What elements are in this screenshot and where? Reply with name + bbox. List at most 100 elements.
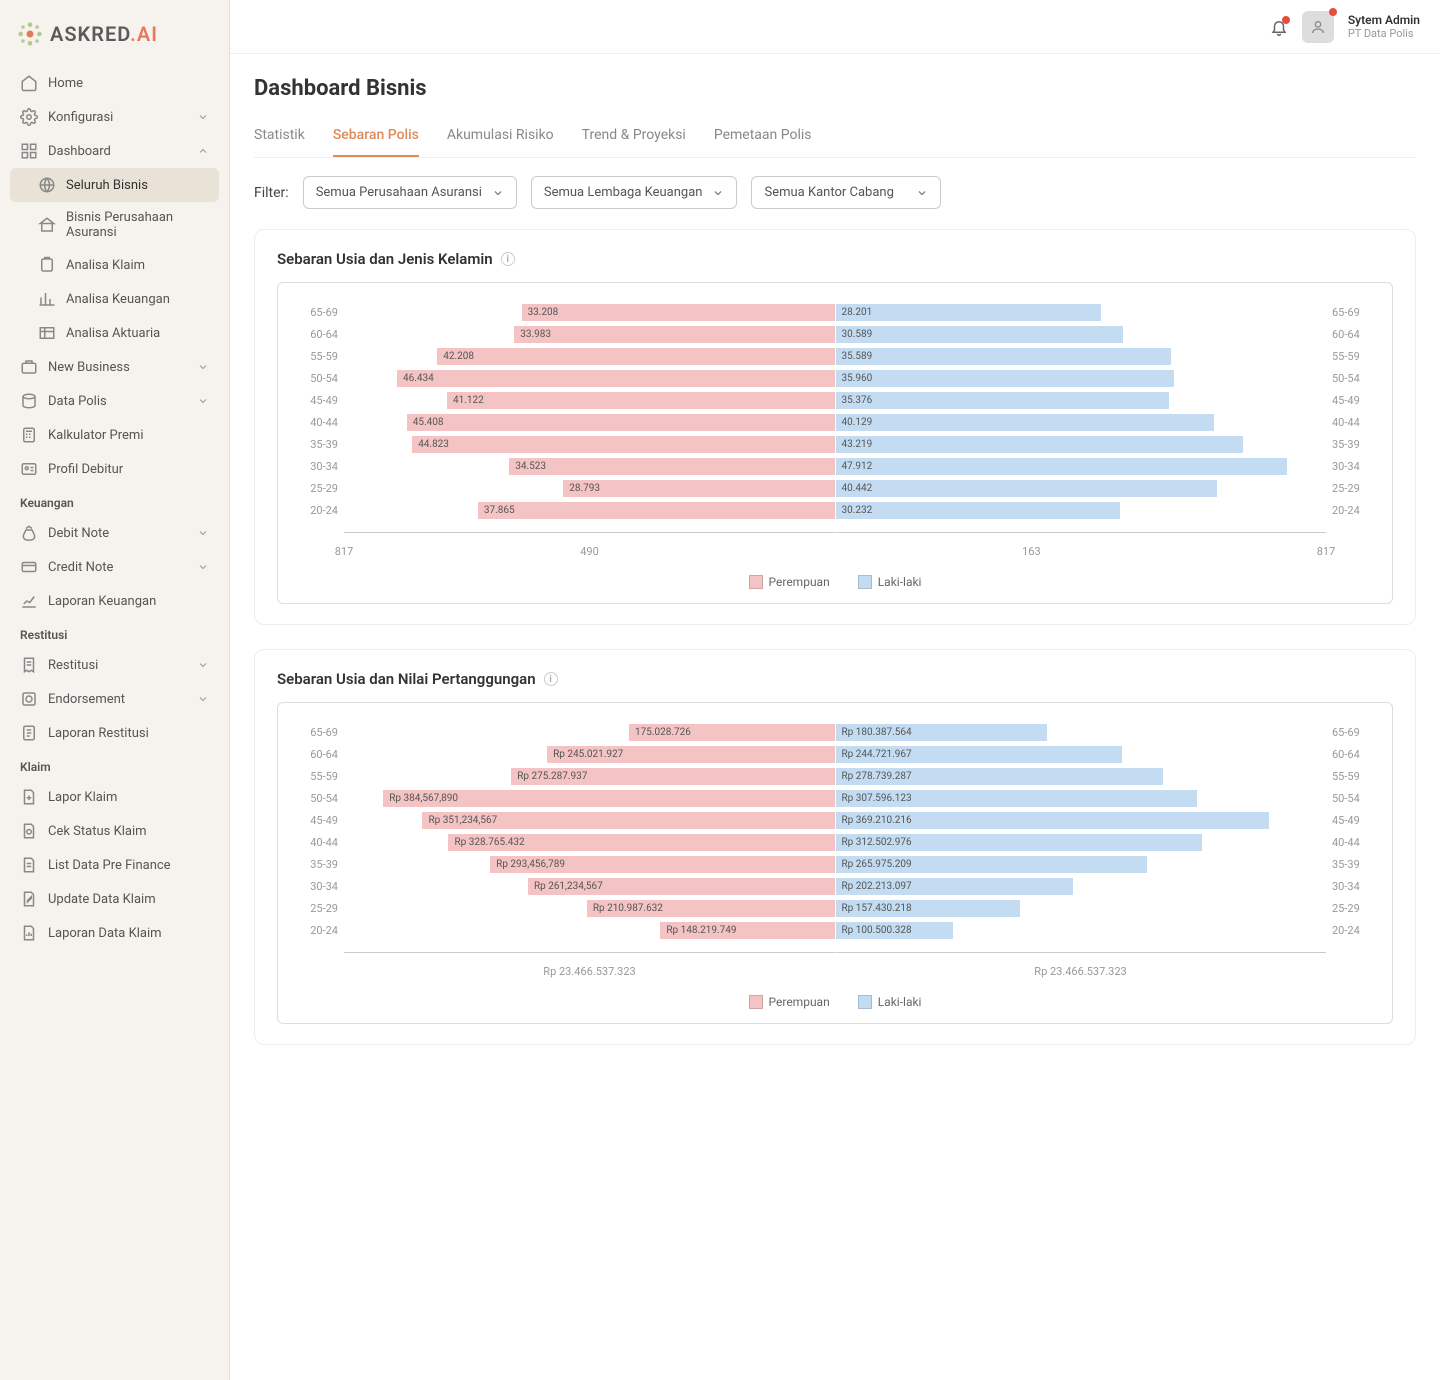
axis-tick: Rp 23.466.537.323 xyxy=(1034,965,1126,978)
dashboard-icon xyxy=(20,142,38,160)
card-title: Sebaran Usia dan Jenis Kelamin i xyxy=(277,250,1393,268)
age-label: 35-39 xyxy=(1326,858,1380,871)
file-list-icon xyxy=(20,856,38,874)
sidebar: ASKRED.AI Home Konfigurasi Dashboard Sel… xyxy=(0,0,230,1380)
legend-label: Laki-laki xyxy=(878,575,922,589)
bar-laki: 28.201 xyxy=(836,304,1102,321)
filter-value: Semua Perusahaan Asuransi xyxy=(316,185,482,200)
chevron-down-icon xyxy=(492,187,504,199)
user-name: Sytem Admin xyxy=(1348,13,1420,27)
chevron-down-icon xyxy=(197,527,209,539)
chart-pyramid-1: 65-6933.20828.20165-6960-6433.98330.5896… xyxy=(277,282,1393,604)
file-search-icon xyxy=(20,822,38,840)
sidebar-item-laporan-keuangan[interactable]: Laporan Keuangan xyxy=(10,584,219,618)
sidebar-item-laporan-restitusi[interactable]: Laporan Restitusi xyxy=(10,716,219,750)
sidebar-item-endorsement[interactable]: Endorsement xyxy=(10,682,219,716)
chevron-down-icon xyxy=(916,187,928,199)
page-title: Dashboard Bisnis xyxy=(254,76,1416,101)
sidebar-item-new-business[interactable]: New Business xyxy=(10,350,219,384)
sidebar-section-klaim: Klaim xyxy=(10,750,219,780)
info-icon[interactable]: i xyxy=(544,672,558,686)
sidebar-item-analisa-aktuaria[interactable]: Analisa Aktuaria xyxy=(10,316,219,350)
legend-item-laki: Laki-laki xyxy=(858,575,922,589)
file-plus-icon xyxy=(20,788,38,806)
sidebar-item-label: Analisa Klaim xyxy=(66,258,209,273)
pyramid-row: 35-3944.82343.21935-39 xyxy=(290,433,1380,455)
bar-perempuan: Rp 261,234,567 xyxy=(528,878,835,895)
bar-value: Rp 148.219.749 xyxy=(666,925,736,936)
sidebar-item-label: Konfigurasi xyxy=(48,110,187,125)
age-label: 30-34 xyxy=(290,880,344,893)
avatar-badge xyxy=(1329,8,1337,16)
filter-perusahaan[interactable]: Semua Perusahaan Asuransi xyxy=(303,176,517,209)
sidebar-item-lapor-klaim[interactable]: Lapor Klaim xyxy=(10,780,219,814)
sidebar-item-debit-note[interactable]: Debit Note xyxy=(10,516,219,550)
age-label: 25-29 xyxy=(1326,482,1380,495)
pyramid-row: 25-2928.79340.44225-29 xyxy=(290,477,1380,499)
notification-button[interactable] xyxy=(1270,18,1288,36)
chevron-down-icon xyxy=(197,659,209,671)
age-label: 20-24 xyxy=(290,504,344,517)
pyramid-row: 25-29Rp 210.987.632Rp 157.430.21825-29 xyxy=(290,897,1380,919)
sidebar-item-label: Seluruh Bisnis xyxy=(66,178,209,193)
bar-perempuan: Rp 384,567,890 xyxy=(383,790,834,807)
stamp-icon xyxy=(20,690,38,708)
user-info: Sytem Admin PT Data Polis xyxy=(1348,13,1420,40)
legend-item-perempuan: Perempuan xyxy=(749,575,830,589)
sidebar-item-home[interactable]: Home xyxy=(10,66,219,100)
sidebar-item-kalkulator-premi[interactable]: Kalkulator Premi xyxy=(10,418,219,452)
pyramid-row: 40-4445.40840.12940-44 xyxy=(290,411,1380,433)
sidebar-item-bisnis-perusahaan[interactable]: Bisnis Perusahaan Asuransi xyxy=(10,202,219,248)
sidebar-item-analisa-klaim[interactable]: Analisa Klaim xyxy=(10,248,219,282)
chart-line-icon xyxy=(20,592,38,610)
info-icon[interactable]: i xyxy=(501,252,515,266)
sidebar-item-update-data-klaim[interactable]: Update Data Klaim xyxy=(10,882,219,916)
legend: Perempuan Laki-laki xyxy=(290,575,1380,589)
bar-value: 37.865 xyxy=(484,505,515,516)
sidebar-item-list-data-pre-finance[interactable]: List Data Pre Finance xyxy=(10,848,219,882)
sidebar-item-label: Restitusi xyxy=(48,658,187,673)
sidebar-item-restitusi[interactable]: Restitusi xyxy=(10,648,219,682)
sidebar-item-cek-status-klaim[interactable]: Cek Status Klaim xyxy=(10,814,219,848)
bar-value: 41.122 xyxy=(453,395,484,406)
bar-perempuan: Rp 245.021.927 xyxy=(547,746,834,763)
bar-laki: Rp 265.975.209 xyxy=(836,856,1148,873)
age-label: 20-24 xyxy=(290,924,344,937)
pyramid-row: 30-3434.52347.91230-34 xyxy=(290,455,1380,477)
sidebar-item-konfigurasi[interactable]: Konfigurasi xyxy=(10,100,219,134)
tab-akumulasi-risiko[interactable]: Akumulasi Risiko xyxy=(447,119,554,157)
bar-value: 46.434 xyxy=(403,373,434,384)
filter-lembaga[interactable]: Semua Lembaga Keuangan xyxy=(531,176,738,209)
sidebar-item-seluruh-bisnis[interactable]: Seluruh Bisnis xyxy=(10,168,219,202)
sidebar-item-data-polis[interactable]: Data Polis xyxy=(10,384,219,418)
sidebar-item-analisa-keuangan[interactable]: Analisa Keuangan xyxy=(10,282,219,316)
age-label: 25-29 xyxy=(1326,902,1380,915)
bar-value: 34.523 xyxy=(515,461,546,472)
bar-value: Rp 351,234,567 xyxy=(428,815,497,826)
pyramid-row: 45-4941.12235.37645-49 xyxy=(290,389,1380,411)
tab-statistik[interactable]: Statistik xyxy=(254,119,305,157)
sidebar-item-profil-debitur[interactable]: Profil Debitur xyxy=(10,452,219,486)
sidebar-section-restitusi: Restitusi xyxy=(10,618,219,648)
sidebar-item-label: Endorsement xyxy=(48,692,187,707)
bar-laki: 40.442 xyxy=(836,480,1217,497)
sidebar-item-label: Debit Note xyxy=(48,526,187,541)
pyramid-row: 45-49Rp 351,234,567Rp 369.210.21645-49 xyxy=(290,809,1380,831)
bar-value: 30.232 xyxy=(842,505,873,516)
sidebar-item-credit-note[interactable]: Credit Note xyxy=(10,550,219,584)
age-label: 60-64 xyxy=(1326,328,1380,341)
sidebar-item-dashboard[interactable]: Dashboard xyxy=(10,134,219,168)
filter-cabang[interactable]: Semua Kantor Cabang xyxy=(751,176,941,209)
tab-sebaran-polis[interactable]: Sebaran Polis xyxy=(333,119,419,157)
tab-trend-proyeksi[interactable]: Trend & Proyeksi xyxy=(582,119,686,157)
avatar[interactable] xyxy=(1302,11,1334,43)
chevron-down-icon xyxy=(197,561,209,573)
legend: Perempuan Laki-laki xyxy=(290,995,1380,1009)
brand-logo: ASKRED.AI xyxy=(10,16,219,66)
chevron-down-icon xyxy=(712,187,724,199)
sidebar-item-laporan-data-klaim[interactable]: Laporan Data Klaim xyxy=(10,916,219,950)
tab-pemetaan-polis[interactable]: Pemetaan Polis xyxy=(714,119,812,157)
age-label: 25-29 xyxy=(290,482,344,495)
age-label: 60-64 xyxy=(290,748,344,761)
notification-badge xyxy=(1282,16,1290,24)
